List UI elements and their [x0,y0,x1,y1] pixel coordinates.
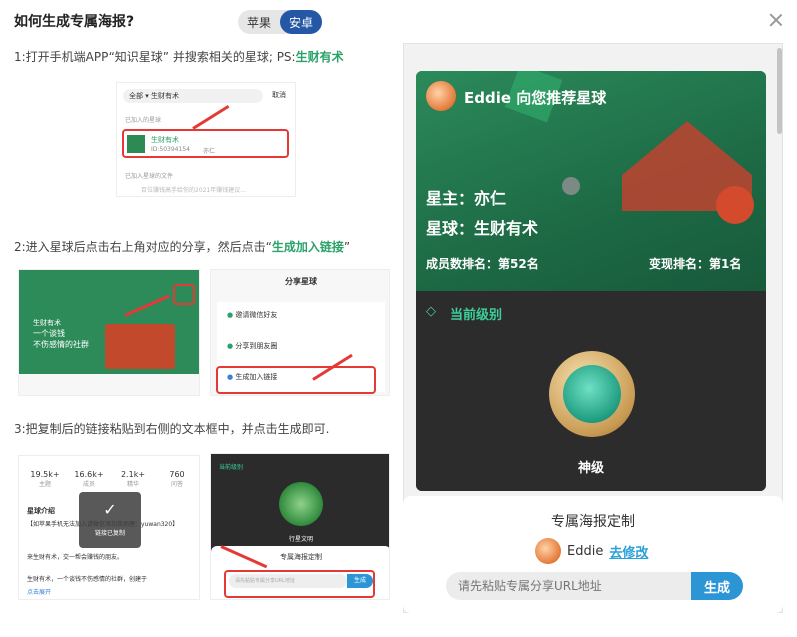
level-label: 当前级别 [219,464,244,471]
poster-card: Eddie 向您推荐星球 星主：亦仁 星球：生财有术 成员数排名：第52名 变现… [416,71,766,491]
step-1-text: 1:打开手机端APP“知识星球” 并搜索相关的星球; PS: [14,50,296,64]
file-snippet: 百位赚钱高手给你的2021年赚钱建议... [141,187,246,194]
generate-button[interactable]: 生成 [691,572,743,600]
tab-ios[interactable]: 苹果 [238,10,280,34]
avatar [426,81,456,111]
medal-icon [279,482,323,526]
stat-label: 主题 [38,481,51,488]
share-option-label: 邀请微信好友 [235,311,278,319]
dialog-title: 如何生成专属海报? [14,14,135,30]
left-planet-name: 生财有术 [33,319,61,327]
level-name: 行星文明 [288,536,313,543]
step-3: 3:把复制后的链接粘贴到右侧的文本框中，并点击生成即可. [14,420,330,437]
expand-link: 点击展开 [27,589,52,596]
scrollbar[interactable] [777,48,782,134]
step-3-text: 3:把复制后的链接粘贴到右侧的文本框中，并点击生成即可. [14,422,330,436]
custom-poster-panel: 专属海报定制 Eddie 去修改 生成 [403,496,783,613]
avatar [535,538,561,564]
check-icon: ✓ [103,500,117,519]
custom-title: 专属海报定制 [551,514,635,530]
member-rank: 成员数排名：第52名 [426,257,539,271]
search-bar: 全部 ▾ 生财有术 [123,89,263,103]
left-bottom-bar [19,374,199,395]
chest-graphic [105,324,175,369]
search-scope: 全部 [129,92,143,100]
left-slogan: 一个谈钱 不伤感情的社群 [33,329,89,349]
poster-guide-dialog: 如何生成专属海报? 苹果 安卓 1:打开手机端APP“知识星球” 并搜索相关的星… [0,0,797,637]
user-name: Eddie [567,543,604,559]
stat-value: 2.1k+ [120,470,146,479]
step-1-highlight: 生财有术 [295,50,344,64]
intro-title: 星球介绍 [27,507,55,515]
share-option-label: 分享到朋友圈 [235,342,278,350]
stat-label: 成员 [82,481,95,488]
link-highlight [216,366,376,394]
poster-owner: 星主：亦仁 [426,189,507,208]
coin-icon [716,186,754,224]
poster-header: Eddie 向您推荐星球 [464,89,607,107]
poster-level-name: 神级 [577,461,604,476]
step-1: 1:打开手机端APP“知识星球” 并搜索相关的星球; PS:生财有术 [14,48,344,65]
platform-switch[interactable]: 苹果 安卓 [238,10,322,34]
share-highlight [173,284,195,305]
poster-level-label: 当前级别 [450,308,503,323]
files-label: 已加入星球的文件 [125,173,174,180]
intro-more: 来生财有术，交一帮会赚钱的朋友。 [27,554,124,561]
input-highlight [224,570,375,598]
stat: 760 问答 [157,470,197,488]
search-cancel: 取消 [272,91,286,99]
stat-label: 精华 [126,481,139,488]
diamond-icon: ◇ [426,304,436,319]
highlight-box [122,129,289,158]
user-info: Eddie 去修改 [535,538,648,564]
share-option: ● 分享到朋友圈 [227,342,278,350]
step-2-highlight: 生成加入链接 [271,240,344,254]
step-2-suffix: ” [343,240,351,254]
stat-value: 760 [169,470,185,479]
stat: 2.1k+ 精华 [113,470,153,488]
monetize-rank: 变现排名：第1名 [649,257,742,271]
joined-label: 已加入的星球 [125,117,162,124]
close-icon[interactable] [768,12,784,28]
search-query: 生财有术 [150,92,179,100]
tab-android[interactable]: 安卓 [280,10,322,34]
stat: 19.5k+ 主题 [25,470,65,488]
toast: ✓ 链接已复制 [79,492,141,548]
step-3-left-screenshot: 19.5k+主题 16.6k+成员 2.1k+精华 760问答 星球介绍 【如苹… [18,455,200,600]
toast-text: 链接已复制 [94,530,125,537]
stat: 16.6k+ 成员 [69,470,109,488]
step-2: 2:进入星球后点击右上角对应的分享，然后点击“生成加入链接” [14,238,350,255]
step-2-text: 2:进入星球后点击右上角对应的分享，然后点击“ [14,240,272,254]
stat-label: 问答 [170,481,183,488]
stat-value: 19.5k+ [30,470,60,479]
intro-more2: 生财有术，一个谈钱不伤感情的社群，创建于 [27,576,148,583]
poster-planet: 星球：生财有术 [426,219,539,238]
medal-icon [549,351,635,437]
medal-inner [563,365,621,423]
share-option: ● 邀请微信好友 [227,311,278,319]
url-input[interactable] [446,572,692,600]
share-title: 分享星球 [285,277,317,286]
edit-link[interactable]: 去修改 [609,542,648,561]
dot-graphic [562,177,580,195]
stat-value: 16.6k+ [74,470,104,479]
